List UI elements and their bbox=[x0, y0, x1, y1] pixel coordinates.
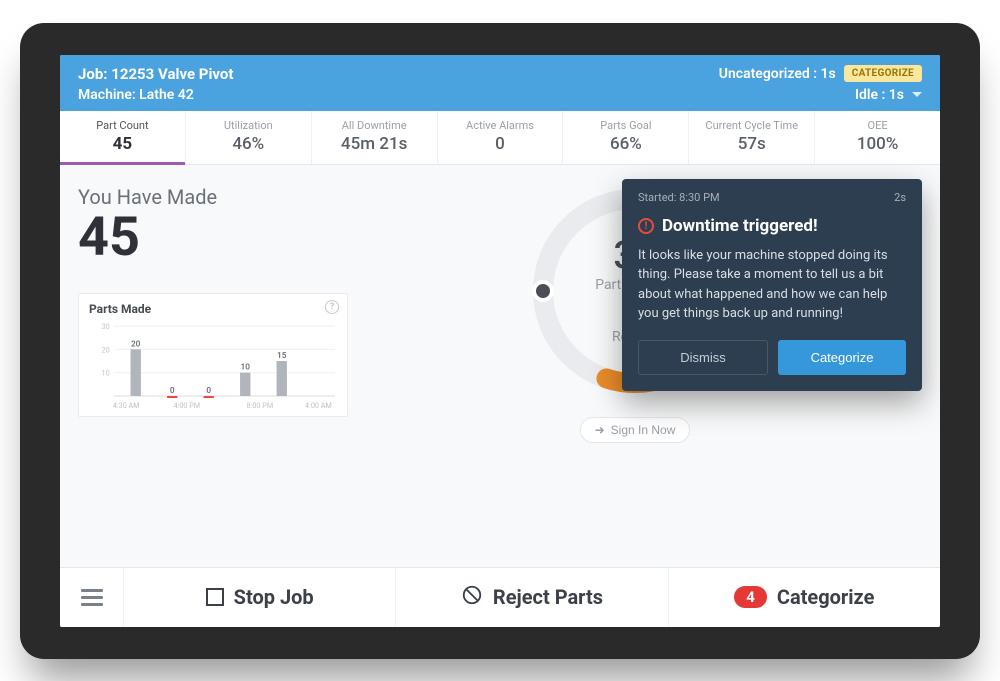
bar-chart-svg: 10 20 30 20 0 0 10 15 4:30 AM 4:00 PM 8:00 PM 4:00 … bbox=[89, 320, 337, 410]
svg-text:0: 0 bbox=[206, 385, 211, 395]
svg-text:10: 10 bbox=[102, 368, 110, 377]
footer: Stop Job Reject Parts 4 Categorize bbox=[60, 567, 940, 627]
metric-tab-2[interactable]: All Downtime 45m 21s bbox=[312, 111, 438, 164]
metric-value: 45m 21s bbox=[316, 134, 433, 154]
metric-tab-6[interactable]: OEE 100% bbox=[815, 111, 940, 164]
hamburger-icon bbox=[81, 585, 103, 610]
idle-label: Idle : 1s bbox=[855, 87, 904, 103]
svg-text:20: 20 bbox=[131, 338, 141, 348]
job-title: Job: 12253 Valve Pivot bbox=[78, 65, 233, 83]
svg-text:4:00 AM: 4:00 AM bbox=[305, 401, 332, 410]
categorize-button[interactable]: Categorize bbox=[778, 340, 906, 375]
sign-in-button[interactable]: ➜ Sign In Now bbox=[580, 417, 691, 443]
tablet-frame: Job: 12253 Valve Pivot Uncategorized : 1… bbox=[20, 23, 980, 659]
you-made-title: You Have Made bbox=[78, 185, 348, 209]
popup-elapsed: 2s bbox=[894, 191, 906, 204]
svg-text:4:00 PM: 4:00 PM bbox=[174, 401, 201, 410]
machine-label: Machine: Lathe 42 bbox=[78, 87, 194, 103]
metric-value: 66% bbox=[567, 134, 684, 154]
help-icon[interactable]: ? bbox=[325, 300, 339, 314]
left-column: You Have Made 45 Parts Made ? 10 20 30 20 0 0… bbox=[78, 185, 348, 557]
categorize-count-badge: 4 bbox=[734, 586, 767, 608]
you-made-count: 45 bbox=[78, 211, 348, 265]
metric-label: OEE bbox=[819, 119, 936, 132]
categorize-badge[interactable]: CATEGORIZE bbox=[844, 65, 922, 82]
stop-job-label: Stop Job bbox=[234, 585, 314, 609]
reject-parts-button[interactable]: Reject Parts bbox=[396, 568, 668, 627]
svg-text:4:30 AM: 4:30 AM bbox=[113, 401, 140, 410]
reject-icon bbox=[461, 584, 483, 611]
metric-label: Part Count bbox=[64, 119, 181, 132]
reject-parts-label: Reject Parts bbox=[493, 585, 603, 609]
parts-made-chart: Parts Made ? 10 20 30 20 0 0 10 15 4:30 AM 4:00 P… bbox=[78, 293, 348, 417]
content: You Have Made 45 Parts Made ? 10 20 30 20 0 0… bbox=[60, 165, 940, 567]
uncategorized-label: Uncategorized : 1s bbox=[719, 66, 836, 82]
svg-text:8:00 PM: 8:00 PM bbox=[247, 401, 274, 410]
metric-value: 0 bbox=[442, 134, 559, 154]
popup-title: ! Downtime triggered! bbox=[638, 216, 906, 236]
metric-tab-0[interactable]: Part Count 45 bbox=[60, 111, 186, 164]
metric-value: 100% bbox=[819, 134, 936, 154]
metric-tab-5[interactable]: Current Cycle Time 57s bbox=[689, 111, 815, 164]
svg-text:15: 15 bbox=[277, 350, 287, 360]
metric-tab-1[interactable]: Utilization 46% bbox=[186, 111, 312, 164]
metric-label: All Downtime bbox=[316, 119, 433, 132]
warning-icon: ! bbox=[638, 218, 654, 234]
menu-button[interactable] bbox=[60, 568, 124, 627]
categorize-footer-button[interactable]: 4 Categorize bbox=[669, 568, 940, 627]
metric-label: Parts Goal bbox=[567, 119, 684, 132]
downtime-popup: Started: 8:30 PM 2s ! Downtime triggered… bbox=[622, 179, 922, 391]
screen: Job: 12253 Valve Pivot Uncategorized : 1… bbox=[60, 55, 940, 627]
metric-label: Utilization bbox=[190, 119, 307, 132]
metrics-bar: Part Count 45 Utilization 46% All Downtime 45… bbox=[60, 111, 940, 165]
popup-body: It looks like your machine stopped doing… bbox=[638, 246, 906, 324]
stop-icon bbox=[206, 588, 224, 606]
metric-label: Active Alarms bbox=[442, 119, 559, 132]
stop-job-button[interactable]: Stop Job bbox=[124, 568, 396, 627]
categorize-footer-label: Categorize bbox=[777, 585, 875, 609]
svg-text:30: 30 bbox=[102, 322, 110, 331]
svg-text:20: 20 bbox=[102, 345, 110, 354]
uncategorized-status: Uncategorized : 1s CATEGORIZE bbox=[719, 65, 922, 82]
svg-text:10: 10 bbox=[241, 361, 251, 371]
sign-in-icon: ➜ bbox=[595, 423, 605, 437]
metric-label: Current Cycle Time bbox=[693, 119, 810, 132]
sign-in-label: Sign In Now bbox=[611, 423, 676, 437]
svg-text:0: 0 bbox=[170, 385, 175, 395]
metric-value: 46% bbox=[190, 134, 307, 154]
dismiss-button[interactable]: Dismiss bbox=[638, 340, 768, 375]
idle-status[interactable]: Idle : 1s bbox=[855, 87, 922, 103]
metric-tab-4[interactable]: Parts Goal 66% bbox=[563, 111, 689, 164]
chevron-down-icon bbox=[912, 92, 922, 97]
metric-value: 45 bbox=[64, 134, 181, 154]
chart-title: Parts Made bbox=[89, 302, 337, 316]
popup-started: Started: 8:30 PM bbox=[638, 191, 720, 204]
metric-value: 57s bbox=[693, 134, 810, 154]
metric-tab-3[interactable]: Active Alarms 0 bbox=[438, 111, 564, 164]
header: Job: 12253 Valve Pivot Uncategorized : 1… bbox=[60, 55, 940, 111]
gauge-knob bbox=[536, 284, 550, 298]
